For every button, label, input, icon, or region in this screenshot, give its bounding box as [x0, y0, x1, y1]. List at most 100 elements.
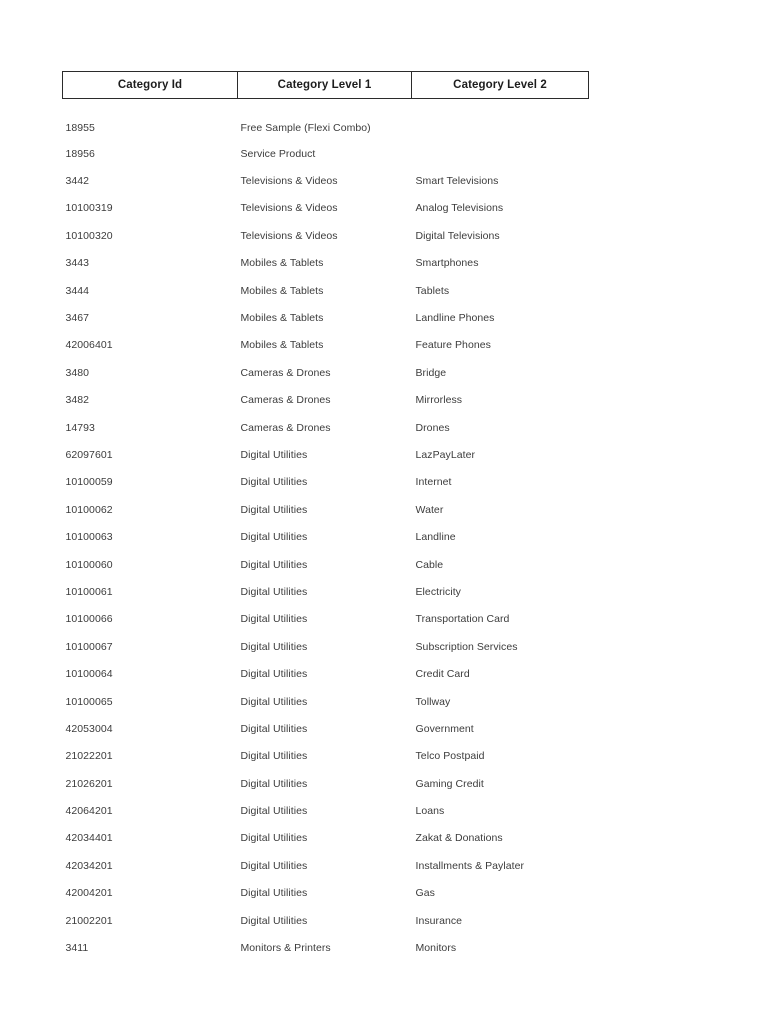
cell-category-level-1: Mobiles & Tablets	[240, 257, 324, 270]
cell-category-level-2: Mirrorless	[415, 394, 463, 407]
cell-category-level-2: Subscription Services	[415, 640, 518, 653]
table-row: 10100319 Televisions & Videos Analog Telev…	[63, 195, 589, 222]
cell-category-level-1: Digital Utilities	[240, 695, 308, 708]
cell-category-level-1: Digital Utilities	[240, 476, 308, 489]
cell-category-level-2: Smartphones	[415, 257, 479, 270]
cell-category-level-1: Digital Utilities	[240, 503, 308, 516]
cell-category-id: 10100067	[65, 640, 113, 653]
cell-category-level-2: Water	[415, 503, 444, 516]
table-row: 10100061 Digital Utilities Electricity	[63, 578, 589, 605]
cell-category-level-2	[412, 140, 589, 167]
cell-category-level-1: Free Sample (Flexi Combo)	[240, 122, 371, 134]
table-row: 3467 Mobiles & Tablets Landline Phones	[63, 304, 589, 331]
document-page: Category Id Category Level 1 Category Le…	[0, 0, 768, 1024]
cell-category-level-2: Digital Televisions	[415, 229, 500, 242]
category-table-container: Category Id Category Level 1 Category Le…	[62, 71, 589, 962]
cell-category-id: 21022201	[65, 750, 113, 763]
cell-category-level-1: Digital Utilities	[240, 832, 308, 845]
cell-category-id: 42006401	[65, 339, 113, 352]
cell-category-level-2: Cable	[415, 558, 444, 571]
cell-category-level-2: Tollway	[415, 695, 451, 708]
table-header: Category Id Category Level 1 Category Le…	[62, 71, 589, 99]
cell-category-level-1: Televisions & Videos	[240, 229, 338, 242]
cell-category-id: 42004201	[65, 887, 113, 900]
table-row: 10100063 Digital Utilities Landline	[63, 523, 589, 550]
cell-category-level-2: Smart Televisions	[415, 175, 499, 188]
cell-category-level-2: Landline Phones	[415, 312, 495, 325]
cell-category-id: 42064201	[65, 805, 113, 818]
table-row: 10100320 Televisions & Videos Digital Tele…	[63, 222, 589, 249]
cell-category-id: 10100061	[65, 585, 113, 598]
table-row: 10100059 Digital Utilities Internet	[63, 469, 589, 496]
cell-category-id: 3443	[65, 257, 90, 270]
table-row: 10100064 Digital Utilities Credit Card	[63, 660, 589, 687]
cell-category-level-1: Digital Utilities	[240, 805, 308, 818]
cell-category-id: 21026201	[65, 777, 113, 790]
cell-category-level-1: Digital Utilities	[240, 613, 308, 626]
table-row: 42034401 Digital Utilities Zakat & Donatio…	[63, 825, 589, 852]
cell-category-level-2: Landline	[415, 531, 456, 544]
table-header-row: Category Id Category Level 1 Category Le…	[62, 71, 589, 99]
cell-category-level-2: Bridge	[415, 366, 447, 379]
column-header-category-level-2: Category Level 2	[411, 71, 589, 99]
cell-category-level-2: Installments & Paylater	[415, 859, 525, 872]
cell-category-id: 42034401	[65, 832, 113, 845]
cell-category-level-2: Government	[415, 722, 474, 735]
cell-category-id: 10100064	[65, 668, 113, 681]
cell-category-level-2: LazPayLater	[415, 448, 476, 461]
table-row: 3482 Cameras & Drones Mirrorless	[63, 387, 589, 414]
table-row: 3411 Monitors & Printers Monitors	[63, 934, 589, 961]
cell-category-level-1: Digital Utilities	[240, 914, 308, 927]
cell-category-id: 18956	[65, 147, 95, 160]
cell-category-level-1: Televisions & Videos	[240, 202, 338, 215]
cell-category-level-2: Zakat & Donations	[415, 832, 503, 845]
table-row: 21026201 Digital Utilities Gaming Credit	[63, 770, 589, 797]
cell-category-id: 3482	[65, 394, 90, 407]
column-header-category-id: Category Id	[62, 71, 238, 99]
cell-category-level-2: Loans	[415, 805, 445, 818]
cell-category-id: 10100059	[65, 476, 113, 489]
cell-category-level-1: Digital Utilities	[240, 640, 308, 653]
cell-category-level-1: Mobiles & Tablets	[240, 312, 324, 325]
cell-category-level-1: Service Product	[240, 147, 316, 160]
cell-category-level-1: Digital Utilities	[240, 887, 308, 900]
cell-category-id: 3411	[65, 942, 89, 955]
table-row: 10100065 Digital Utilities Tollway	[63, 688, 589, 715]
table-row: 3444 Mobiles & Tablets Tablets	[63, 277, 589, 304]
cell-category-level-2: Telco Postpaid	[415, 750, 485, 763]
table-row: 10100066 Digital Utilities Transportation …	[63, 606, 589, 633]
cell-category-id: 21002201	[65, 914, 113, 927]
table-row: 42064201 Digital Utilities Loans	[63, 797, 589, 824]
cell-category-level-1: Digital Utilities	[240, 750, 308, 763]
cell-category-id: 3467	[65, 312, 90, 325]
cell-category-level-1: Cameras & Drones	[240, 366, 331, 379]
cell-category-level-1: Cameras & Drones	[240, 394, 331, 407]
cell-category-id: 3442	[65, 175, 90, 188]
cell-category-level-2: Electricity	[415, 585, 461, 598]
cell-category-level-1: Digital Utilities	[240, 777, 308, 790]
cell-category-id: 14793	[65, 421, 95, 434]
cell-category-id: 3444	[65, 284, 90, 297]
cell-category-level-1: Digital Utilities	[240, 585, 308, 598]
cell-category-id: 10100063	[65, 531, 113, 544]
cell-category-level-1: Mobiles & Tablets	[240, 284, 324, 297]
cell-category-level-1: Digital Utilities	[240, 722, 308, 735]
cell-category-level-1: Digital Utilities	[240, 859, 308, 872]
table-row: 10100060 Digital Utilities Cable	[63, 551, 589, 578]
table-row: 42006401 Mobiles & Tablets Feature Phones	[63, 332, 589, 359]
cell-category-id: 42053004	[65, 722, 113, 735]
cell-category-level-2: Gas	[415, 887, 435, 900]
table-row: 42004201 Digital Utilities Gas	[63, 880, 589, 907]
cell-category-id: 10100060	[65, 558, 113, 571]
column-header-category-level-1: Category Level 1	[237, 71, 412, 99]
cell-category-id: 18955	[65, 122, 95, 134]
cell-category-id: 62097601	[65, 448, 113, 461]
table-row: 10100067 Digital Utilities Subscription Se…	[63, 633, 589, 660]
table-row: 3442 Televisions & Videos Smart Television…	[63, 167, 589, 194]
category-table: Category Id Category Level 1 Category Le…	[62, 71, 589, 962]
cell-category-level-2: Transportation Card	[415, 613, 510, 626]
table-row: 3443 Mobiles & Tablets Smartphones	[63, 250, 589, 277]
table-row: 42053004 Digital Utilities Government	[63, 715, 589, 742]
table-body: 18955 Free Sample (Flexi Combo) 18956 Servi…	[63, 99, 589, 962]
table-row: 62097601 Digital Utilities LazPayLater	[63, 441, 589, 468]
